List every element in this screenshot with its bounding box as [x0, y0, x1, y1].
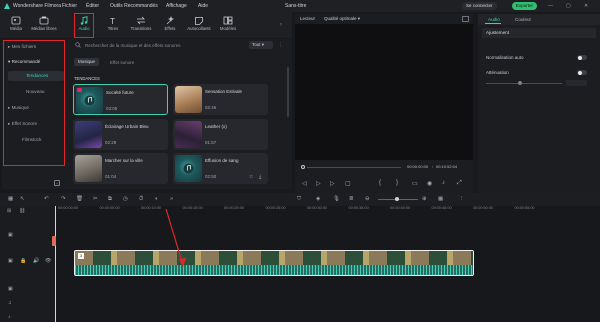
annotation-arrow — [165, 208, 186, 267]
